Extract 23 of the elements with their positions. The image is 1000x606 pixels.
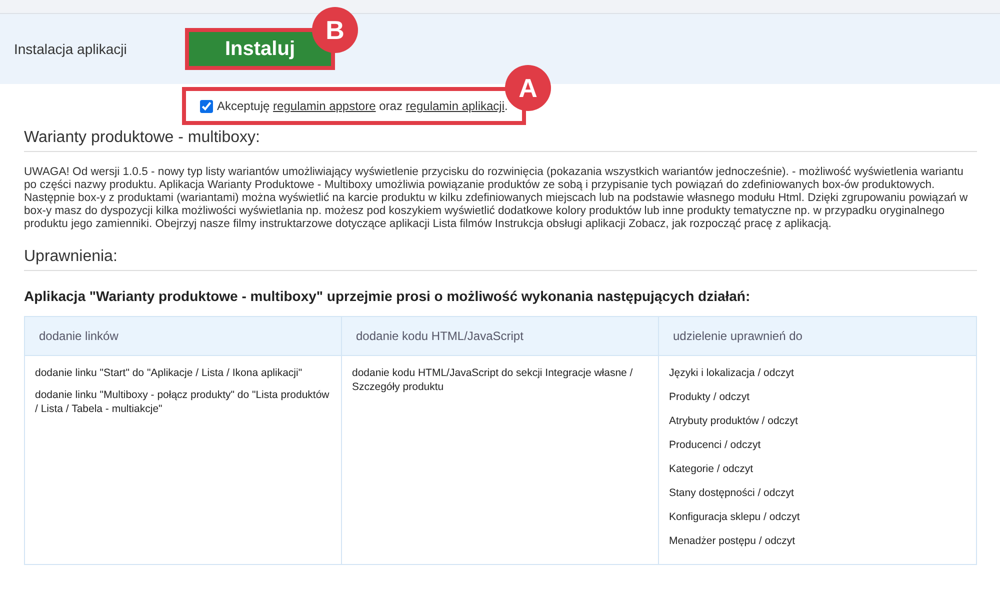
table-cell-text: Producenci / odczyt xyxy=(669,438,762,452)
table-cell-text: dodanie linku "Multiboxy - połącz produkty" do "Lista produktów / Lista / Tabela - multiakcje" xyxy=(35,388,330,416)
terms-link[interactable]: regulamin appstore xyxy=(273,99,376,113)
section-heading: Uprawnienia: xyxy=(24,248,977,271)
table-cell-text: dodanie kodu HTML/JavaScript do sekcji Integracje własne / Szczegóły produktu xyxy=(352,366,634,394)
table-cell-text: Atrybuty produktów / odczyt xyxy=(669,414,799,428)
terms-text: Akceptuję regulamin appstore oraz regulamin aplikacji. xyxy=(217,99,508,113)
table-cell-text: Produkty / odczyt xyxy=(669,390,751,404)
install-label: Instalacja aplikacji xyxy=(14,41,128,57)
column-header: dodanie linków xyxy=(25,317,342,356)
table-cell-text: Stany dostępności / odczyt xyxy=(669,486,795,500)
permissions-intro: Aplikacja "Warianty produktowe - multiboxy" uprzejmie prosi o możliwość wykonania następujących działań: xyxy=(24,288,752,304)
terms-checkbox[interactable] xyxy=(200,100,213,112)
table-cell-text: Języki i lokalizacja / odczyt xyxy=(669,366,795,380)
column-header: udzielenie uprawnień do xyxy=(659,317,976,356)
table-cell-text: Menadżer postępu / odczyt xyxy=(669,534,796,548)
description-text: UWAGA! Od wersji 1.0.5 - nowy typ listy wariantów umożliwiający wyświetlenie przycisku do rozwinięcia (pokazania wszystkich wariantów jednocześnie). - możliwość wyświetlenia wariantu po części nazwy produktu. Aplikacja Warianty Produktowe - Multiboxy umożliwia powiązanie produktów ze sobą i przypisanie tych powiązań do zdefiniowanych box-ów produktowych. Następnie box-y z produktami (wariantami) można wyświetlić na karcie produktu w kilku zdefiniowanych miejscach lub na podstawie własnego modułu Html. Dzięki zgrupowaniu powiązań w box-y masz do dyspozycji kilka możliwości wyświetlania np. możesz pod koszykiem wyświetlić dodatkowe kolory produktów lub inne produkty tematyczne np. w przypadku oryginalnego produktu jego zamienniki. Obejrzyj nasze filmy instruktarzowe dotyczące aplikacji Lista filmów Instrukcja obsługi aplikacji Zobacz, jak rozpocząć pracę z aplikacją. xyxy=(24,166,969,231)
table-cell-text: Konfiguracja sklepu / odczyt xyxy=(669,510,801,524)
terms-link[interactable]: regulamin aplikacji xyxy=(406,99,505,113)
section-heading: Warianty produktowe - multiboxy: xyxy=(24,129,977,152)
column-header: dodanie kodu HTML/JavaScript xyxy=(342,317,659,356)
table-cell-text: dodanie linku "Start" do "Aplikacje / Lista / Ikona aplikacji" xyxy=(35,366,304,380)
table-cell-text: Kategorie / odczyt xyxy=(669,462,754,476)
